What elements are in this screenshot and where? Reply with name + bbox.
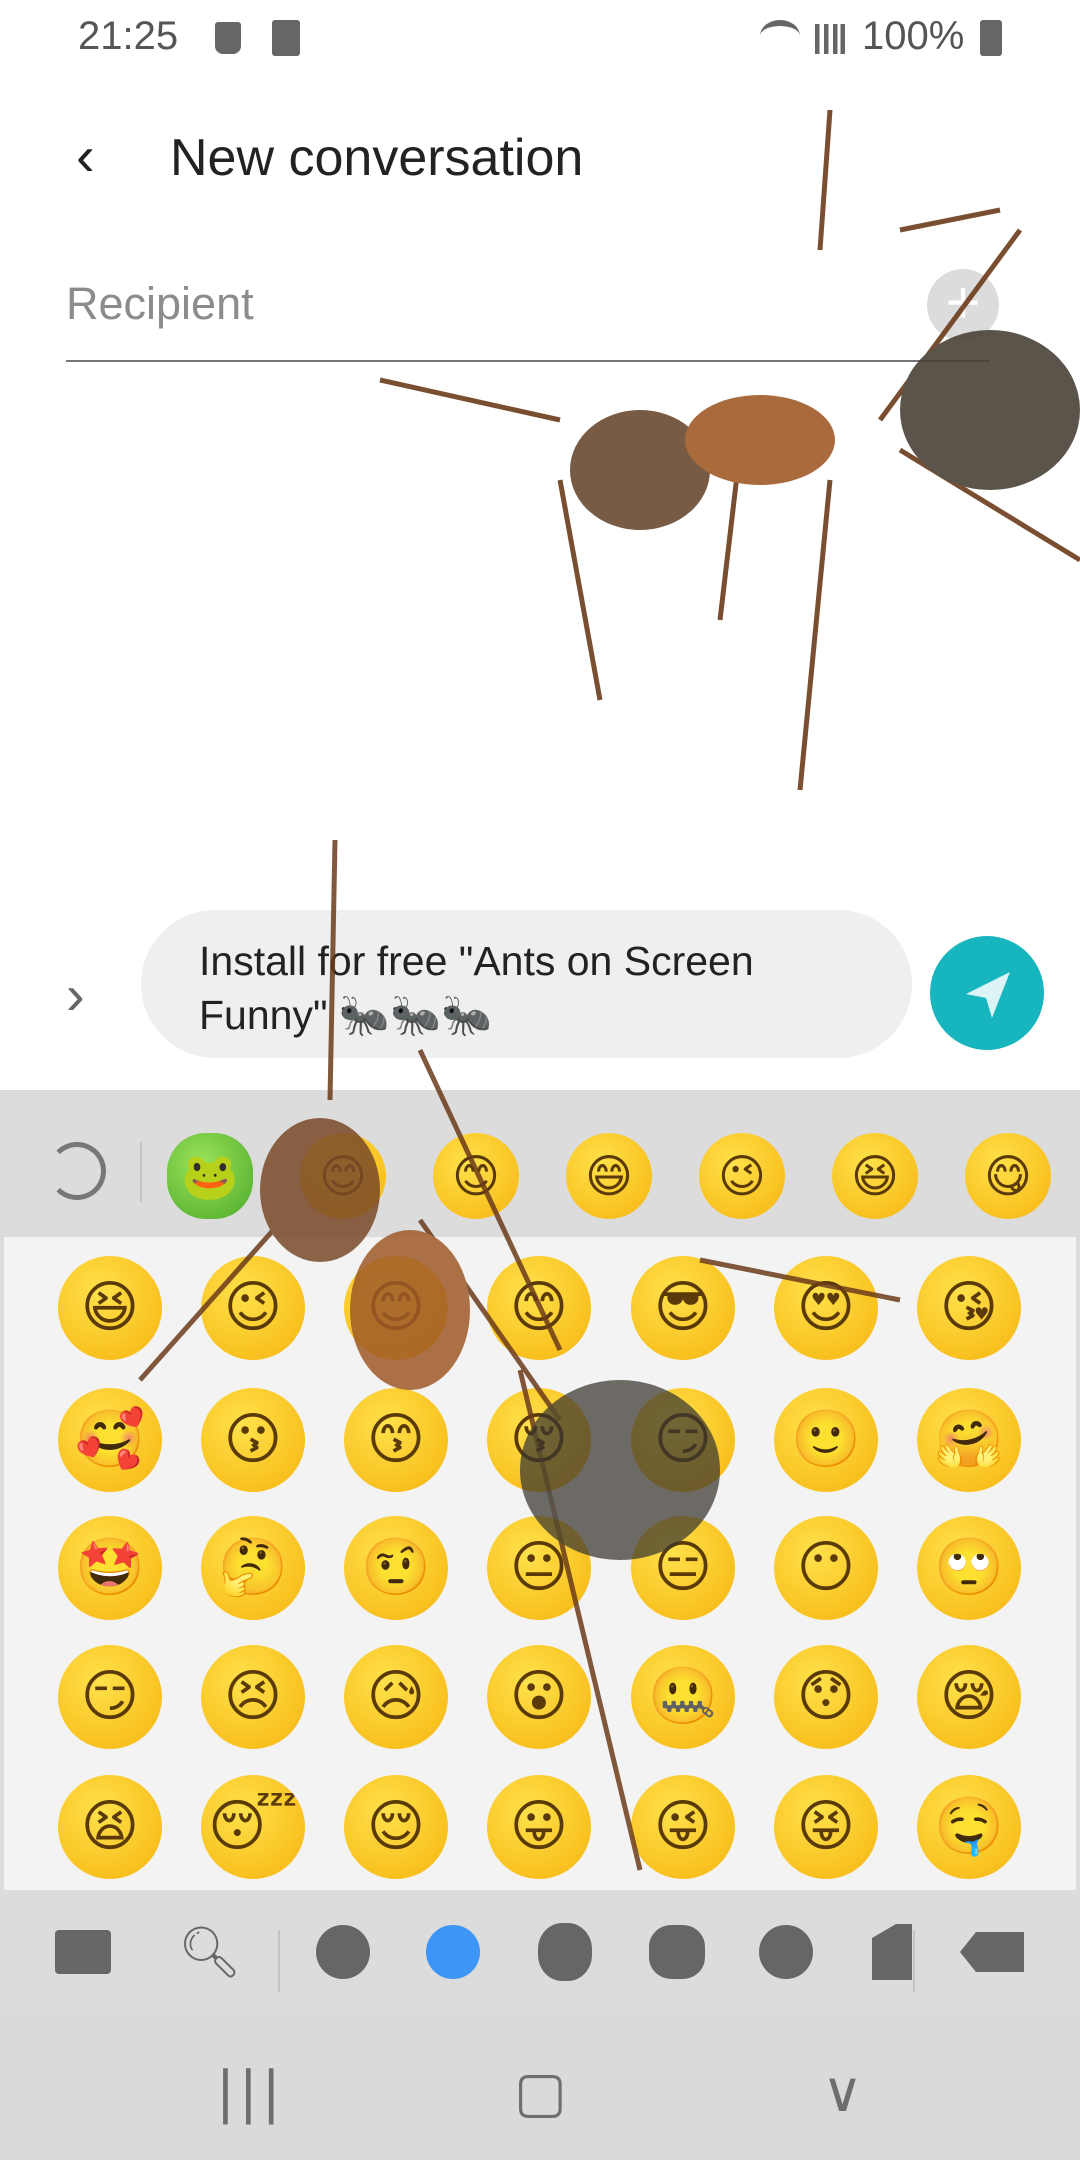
- emoji-key[interactable]: 🤗: [917, 1388, 1021, 1492]
- wifi-icon: [760, 20, 800, 52]
- emoji-key[interactable]: 😫: [58, 1775, 162, 1879]
- emoji-key[interactable]: 😊: [487, 1256, 591, 1360]
- emoji-key[interactable]: 🤩: [58, 1516, 162, 1620]
- emoji-key[interactable]: 🥰: [58, 1388, 162, 1492]
- emoji-key[interactable]: 😑: [631, 1516, 735, 1620]
- emoji-key[interactable]: 😏: [631, 1388, 735, 1492]
- places-icon[interactable]: [862, 1922, 922, 1982]
- recent-emoji[interactable]: 🐸: [167, 1133, 253, 1219]
- emoji-key[interactable]: 😪: [917, 1645, 1021, 1749]
- divider: [140, 1142, 142, 1202]
- emoji-key[interactable]: 🤨: [344, 1516, 448, 1620]
- emoji-key[interactable]: 😉: [201, 1256, 305, 1360]
- emoji-key[interactable]: 🤐: [631, 1645, 735, 1749]
- recent-emoji[interactable]: 😊: [433, 1133, 519, 1219]
- keyboard-icon[interactable]: [53, 1922, 113, 1982]
- message-input[interactable]: Install for free "Ants on Screen Funny" …: [141, 910, 912, 1058]
- emoji-key[interactable]: 😍: [774, 1256, 878, 1360]
- back-button[interactable]: ∨: [822, 2060, 863, 2125]
- send-icon: [966, 972, 1010, 1018]
- recent-emoji[interactable]: 😉: [699, 1133, 785, 1219]
- recent-emoji[interactable]: 😆: [832, 1133, 918, 1219]
- search-icon[interactable]: 🔍︎: [178, 1922, 241, 1982]
- signal-icon: [815, 24, 845, 54]
- emoji-key[interactable]: 😚: [487, 1388, 591, 1492]
- animals-icon[interactable]: [535, 1922, 595, 1982]
- plus-icon[interactable]: +: [927, 269, 999, 341]
- recents-button[interactable]: |||: [216, 2060, 285, 2125]
- ant-top: [379, 109, 1080, 791]
- recent-emoji-row: 🐸 😊 😊 😄 😉 😆 😋: [0, 1090, 1080, 1236]
- recent-emoji[interactable]: 😋: [965, 1133, 1051, 1219]
- paint-brush-icon: [215, 22, 241, 54]
- emoji-key[interactable]: 😣: [201, 1645, 305, 1749]
- clock-app-icon: [272, 20, 300, 56]
- recipient-input[interactable]: Recipient: [66, 278, 254, 330]
- emoji-key[interactable]: 😝: [774, 1775, 878, 1879]
- emoji-key[interactable]: 😐: [487, 1516, 591, 1620]
- emoji-key[interactable]: 😮: [487, 1645, 591, 1749]
- backspace-icon[interactable]: [960, 1922, 1024, 1982]
- emoji-key[interactable]: 😥: [344, 1645, 448, 1749]
- emoji-key[interactable]: 🤔: [201, 1516, 305, 1620]
- emoji-key[interactable]: 😆: [58, 1256, 162, 1360]
- food-icon[interactable]: [647, 1922, 707, 1982]
- emoji-key[interactable]: 😊: [344, 1256, 448, 1360]
- emoji-key[interactable]: 😎: [631, 1256, 735, 1360]
- recipient-underline: [66, 360, 990, 362]
- emoji-key[interactable]: 😘: [917, 1256, 1021, 1360]
- divider: [278, 1930, 280, 1992]
- emoji-key[interactable]: 😗: [201, 1388, 305, 1492]
- emoji-key[interactable]: 🙂: [774, 1388, 878, 1492]
- refresh-emoji-icon[interactable]: [48, 1142, 106, 1200]
- emoji-key[interactable]: 😜: [631, 1775, 735, 1879]
- battery-icon: [980, 20, 1002, 56]
- emoji-key[interactable]: 😶: [774, 1516, 878, 1620]
- activities-icon[interactable]: [756, 1922, 816, 1982]
- home-button[interactable]: ▢: [514, 2060, 567, 2125]
- emoji-key[interactable]: 🙄: [917, 1516, 1021, 1620]
- recent-emoji[interactable]: 😊: [300, 1133, 386, 1219]
- recent-icon[interactable]: [313, 1922, 373, 1982]
- emoji-key[interactable]: 😛: [487, 1775, 591, 1879]
- emoji-key[interactable]: 🤤: [917, 1775, 1021, 1879]
- emoji-key[interactable]: 😴: [201, 1775, 305, 1879]
- clock: 21:25: [78, 14, 179, 58]
- status-bar: 21:25 100%: [0, 0, 1080, 80]
- emoji-key[interactable]: 😯: [774, 1645, 878, 1749]
- emoji-key[interactable]: 😙: [344, 1388, 448, 1492]
- recent-emoji[interactable]: 😄: [566, 1133, 652, 1219]
- battery-percent: 100%: [862, 14, 965, 58]
- emoji-key[interactable]: 😏: [58, 1645, 162, 1749]
- send-button[interactable]: [930, 936, 1044, 1050]
- expand-chevron-icon[interactable]: ›: [66, 962, 85, 1027]
- smileys-icon[interactable]: [423, 1922, 483, 1982]
- emoji-key[interactable]: 😌: [344, 1775, 448, 1879]
- emoji-grid: 😆 😉 😊 😊 😎 😍 😘 🥰 😗 😙 😚 😏 🙂 🤗 🤩 🤔 🤨 😐 😑 😶 🙄 😏 😣 😥 😮 🤐 😯 😪 😫 😴 😌 😛 😜 😝 🤤: [4, 1237, 1076, 1890]
- page-title: New conversation: [170, 129, 584, 187]
- back-arrow-icon[interactable]: ‹: [76, 128, 95, 184]
